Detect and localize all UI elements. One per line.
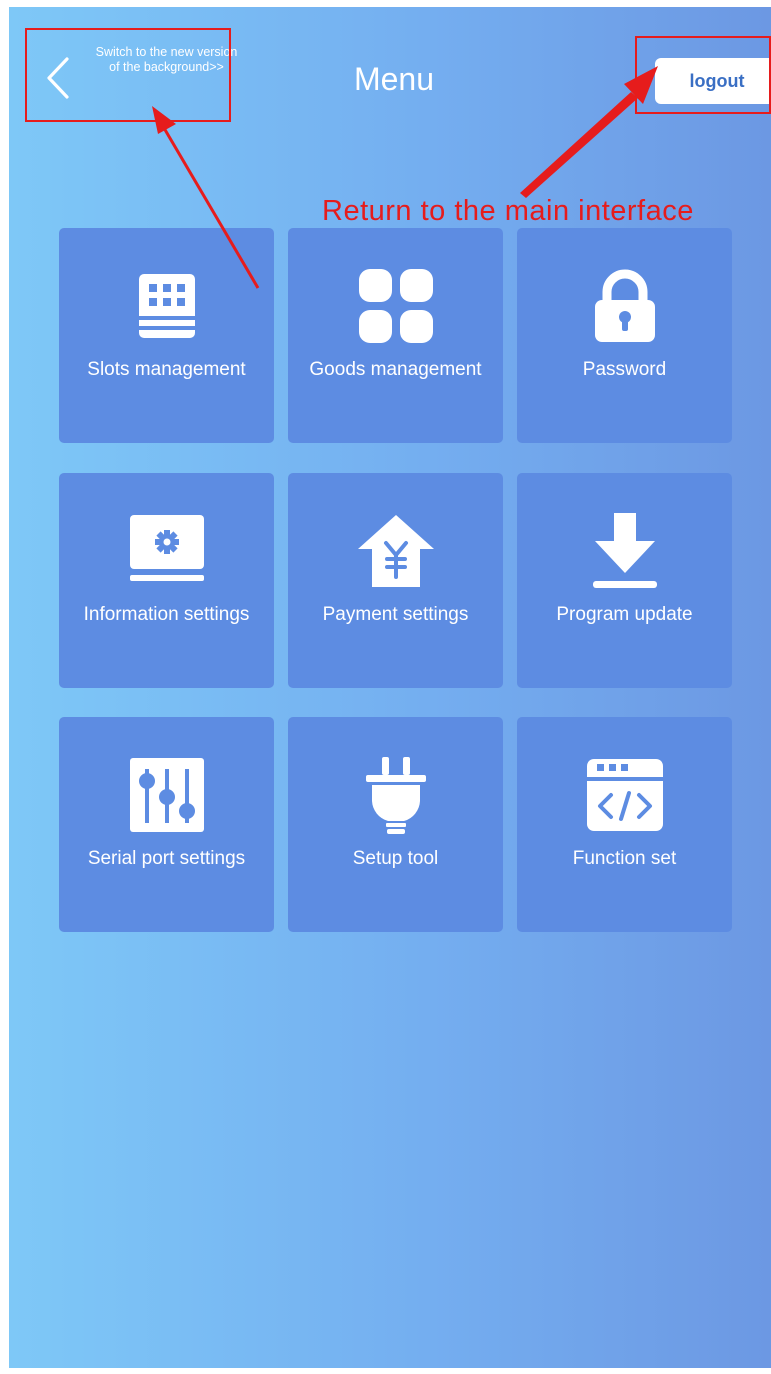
annotation-label: Return to the main interface bbox=[322, 195, 694, 227]
menu-tile-label: Information settings bbox=[83, 604, 250, 625]
menu-tile-label: Serial port settings bbox=[87, 848, 246, 869]
annotation-box-logout bbox=[635, 36, 771, 114]
menu-tile-label: Setup tool bbox=[352, 848, 439, 869]
grid-icon bbox=[356, 266, 436, 346]
monitor-gear-icon bbox=[127, 511, 207, 591]
lock-icon bbox=[585, 266, 665, 346]
menu-tile-label: Slots management bbox=[87, 359, 246, 380]
page-title: Menu bbox=[353, 61, 435, 97]
code-window-icon bbox=[585, 755, 665, 835]
menu-tile-label: Payment settings bbox=[322, 604, 469, 625]
sliders-icon bbox=[127, 755, 207, 835]
menu-tile-label: Program update bbox=[556, 604, 693, 625]
menu-tile-program-update[interactable]: Program update bbox=[517, 473, 732, 688]
menu-tile-goods-management[interactable]: Goods management bbox=[288, 228, 503, 443]
plug-icon bbox=[356, 755, 436, 835]
vending-machine-icon bbox=[127, 266, 207, 346]
menu-tile-payment-settings[interactable]: Payment settings bbox=[288, 473, 503, 688]
menu-tile-setup-tool[interactable]: Setup tool bbox=[288, 717, 503, 932]
menu-tile-information-settings[interactable]: Information settings bbox=[59, 473, 274, 688]
menu-tile-label: Function set bbox=[572, 848, 677, 869]
download-icon bbox=[585, 511, 665, 591]
menu-tile-slots-management[interactable]: Slots management bbox=[59, 228, 274, 443]
annotation-box-switch bbox=[25, 28, 231, 122]
menu-tile-label: Goods management bbox=[309, 359, 482, 380]
menu-tile-serial-port-settings[interactable]: Serial port settings bbox=[59, 717, 274, 932]
yen-house-icon bbox=[356, 511, 436, 591]
menu-tile-function-set[interactable]: Function set bbox=[517, 717, 732, 932]
menu-tile-password[interactable]: Password bbox=[517, 228, 732, 443]
menu-tile-label: Password bbox=[582, 359, 667, 380]
